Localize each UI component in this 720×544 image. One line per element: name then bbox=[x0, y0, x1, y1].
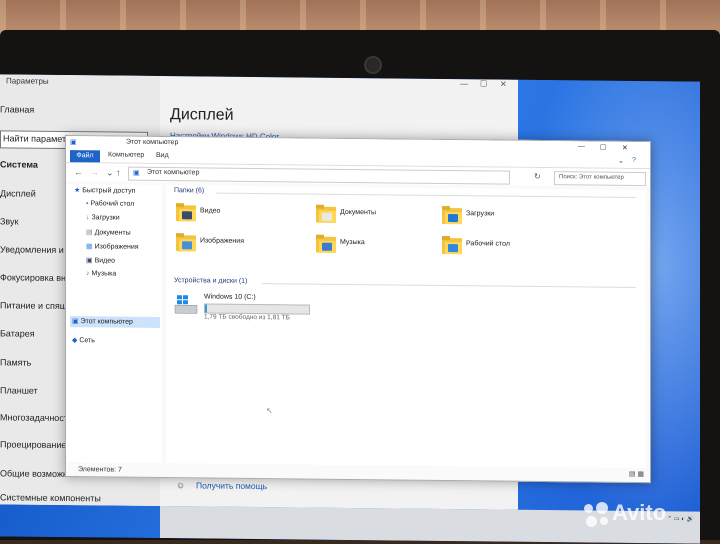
download-icon: ↓ bbox=[86, 214, 90, 222]
picture-icon: ▦ bbox=[86, 243, 93, 251]
help-icon: ☺ bbox=[176, 480, 186, 491]
desktop-folder-icon bbox=[442, 235, 462, 255]
divider bbox=[216, 192, 636, 198]
address-bar[interactable]: ▣ Этот компьютер bbox=[128, 166, 510, 185]
tab-view[interactable]: Вид bbox=[156, 152, 169, 159]
video-folder-icon bbox=[176, 203, 196, 222]
nav-quick-access[interactable]: ★ Быстрый доступ bbox=[74, 186, 135, 195]
nav-item-documents[interactable]: ▤ Документы bbox=[86, 228, 131, 236]
sidebar-item-storage[interactable]: Память bbox=[0, 357, 31, 367]
documents-folder-icon bbox=[316, 204, 336, 223]
sidebar-item-multitasking[interactable]: Многозадачность bbox=[0, 412, 73, 423]
chevron-down-icon[interactable]: ⌄ bbox=[106, 167, 114, 178]
music-folder-icon bbox=[316, 234, 336, 253]
nav-network[interactable]: ◆ Сеть bbox=[72, 336, 95, 344]
computer-icon: ▣ bbox=[70, 139, 77, 147]
chevron-down-icon[interactable]: ⌄ bbox=[618, 157, 624, 165]
maximize-button[interactable]: ☐ bbox=[600, 144, 606, 152]
sidebar-item-tablet[interactable]: Планшет bbox=[0, 385, 38, 395]
video-icon: ▣ bbox=[86, 257, 93, 265]
screen: Параметры — ☐ ✕ Главная Найти параметр С… bbox=[0, 74, 700, 544]
content-pane: Папки (6) Видео Документы Загрузки Изобр… bbox=[166, 185, 646, 469]
drive-name: Windows 10 (C:) bbox=[204, 293, 256, 302]
nav-item-music[interactable]: ♪ Музыка bbox=[86, 270, 116, 277]
pictures-folder-icon bbox=[176, 233, 196, 252]
sidebar-item-display[interactable]: Дисплей bbox=[0, 188, 36, 198]
nav-item-pictures[interactable]: ▦ Изображения bbox=[86, 242, 139, 251]
explorer-window: ▣ Этот компьютер — ☐ ✕ Файл Компьютер Ви… bbox=[65, 135, 651, 484]
close-button[interactable]: ✕ bbox=[622, 144, 628, 152]
minimize-button[interactable]: — bbox=[578, 143, 585, 150]
nav-item-downloads[interactable]: ↓ Загрузки bbox=[86, 214, 120, 221]
maximize-button[interactable]: ☐ bbox=[480, 79, 487, 88]
sidebar-item-home[interactable]: Главная bbox=[0, 104, 34, 114]
drive-c[interactable]: Windows 10 (C:) 1,79 ТБ свободно из 1,81… bbox=[174, 293, 334, 325]
back-arrow-icon[interactable]: ← bbox=[74, 167, 83, 177]
navigation-pane: ★ Быстрый доступ ▪ Рабочий стол ↓ Загруз… bbox=[66, 184, 162, 464]
watermark-text: Avito bbox=[612, 500, 667, 525]
sidebar-item-battery[interactable]: Батарея bbox=[0, 328, 35, 338]
sidebar-section-system: Система bbox=[0, 159, 38, 170]
computer-icon: ▣ bbox=[72, 318, 79, 326]
status-item-count: Элементов: 7 bbox=[78, 466, 122, 474]
music-icon: ♪ bbox=[86, 270, 90, 278]
up-arrow-icon[interactable]: ↑ bbox=[116, 168, 121, 178]
drive-free-space: 1,79 ТБ свободно из 1,81 ТБ bbox=[204, 313, 290, 322]
search-input[interactable]: Поиск: Этот компьютер bbox=[554, 171, 646, 187]
star-icon: ★ bbox=[74, 187, 81, 195]
tab-computer[interactable]: Компьютер bbox=[108, 151, 144, 158]
downloads-folder-icon bbox=[442, 205, 462, 225]
sidebar-item-sound[interactable]: Звук bbox=[0, 216, 18, 226]
watermark-logo-icon bbox=[582, 500, 612, 528]
drive-usage-fill bbox=[205, 304, 208, 313]
tab-file[interactable]: Файл bbox=[70, 150, 100, 163]
divider bbox=[262, 283, 636, 288]
devices-group-header[interactable]: Устройства и диски (1) bbox=[174, 277, 247, 285]
refresh-icon[interactable]: ↻ bbox=[534, 172, 541, 181]
nav-item-videos[interactable]: ▣ Видео bbox=[86, 256, 115, 264]
nav-item-desktop[interactable]: ▪ Рабочий стол bbox=[86, 200, 134, 208]
webcam bbox=[364, 56, 382, 74]
nav-this-pc[interactable]: ▣ Этот компьютер bbox=[72, 317, 133, 326]
view-toggle-icons[interactable]: ▤ ▦ bbox=[629, 470, 644, 478]
network-icon: ◆ bbox=[72, 337, 78, 345]
document-icon: ▤ bbox=[86, 229, 93, 237]
drive-icon bbox=[174, 295, 198, 314]
explorer-title: Этот компьютер bbox=[126, 138, 179, 147]
minimize-button[interactable]: — bbox=[460, 79, 468, 88]
forward-arrow-icon[interactable]: → bbox=[90, 167, 99, 177]
get-help-link[interactable]: Получить помощь bbox=[196, 480, 267, 491]
sidebar-item-components[interactable]: Системные компоненты bbox=[0, 492, 101, 503]
page-title: Дисплей bbox=[170, 106, 234, 124]
help-icon[interactable]: ? bbox=[632, 157, 636, 164]
folders-group-header[interactable]: Папки (6) bbox=[174, 187, 204, 194]
settings-title: Параметры bbox=[6, 76, 49, 86]
computer-icon: ▣ bbox=[133, 169, 140, 177]
address-text: Этот компьютер bbox=[147, 168, 200, 177]
mouse-cursor-icon: ↖ bbox=[266, 406, 273, 416]
desktop-icon: ▪ bbox=[86, 200, 89, 208]
close-button[interactable]: ✕ bbox=[500, 80, 507, 89]
system-tray[interactable]: ⌃ ▭ ◐ 🔊 bbox=[667, 515, 694, 522]
